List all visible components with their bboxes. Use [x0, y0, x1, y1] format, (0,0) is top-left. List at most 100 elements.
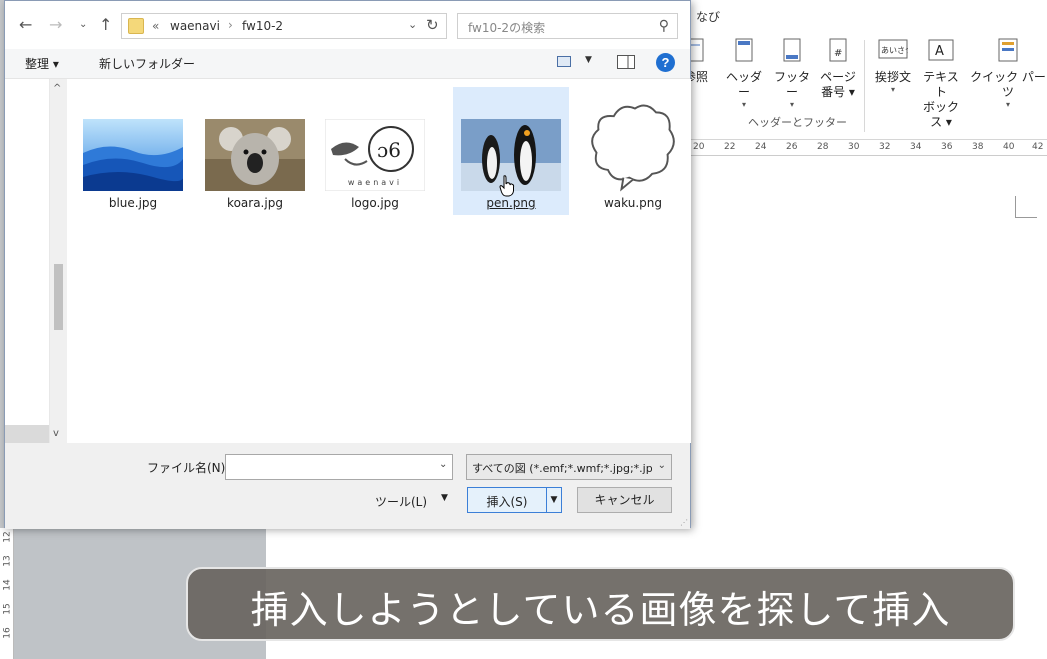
- breadcrumb-waenavi[interactable]: waenavi: [170, 19, 220, 33]
- word-ribbon: なび 参照 ヘッダー ▾ フッター ▾ # ページ 番号 ▾ ヘッダーとフッター…: [684, 0, 1047, 140]
- help-icon[interactable]: ?: [656, 53, 675, 72]
- refresh-icon[interactable]: ↻: [426, 16, 439, 34]
- tools-dropdown-icon[interactable]: ▼: [441, 493, 448, 503]
- ruler-tick: 13: [2, 555, 13, 567]
- ruler-tick: 12: [2, 531, 13, 543]
- tools-button[interactable]: ツール(L): [375, 493, 427, 510]
- group-label: ヘッダーとフッター: [748, 116, 847, 129]
- forward-arrow-icon[interactable]: →: [49, 15, 62, 34]
- scrollbar-thumb[interactable]: [54, 264, 63, 330]
- search-icon: ⚲: [658, 18, 669, 34]
- greeting-icon: あいさつ: [878, 39, 908, 59]
- file-item-blue[interactable]: blue.jpg: [75, 87, 191, 215]
- up-arrow-icon[interactable]: ↑: [99, 15, 112, 34]
- filename-label: ファイル名(N):: [147, 461, 230, 475]
- logo-thumbnail: ɔ6 waenavi: [325, 119, 425, 191]
- ruler-tick: 40: [1003, 142, 1015, 152]
- footer-icon: [783, 38, 801, 62]
- preview-pane-icon[interactable]: [617, 55, 635, 69]
- navigation-pane[interactable]: [5, 79, 49, 443]
- caption-text: 挿入しようとしている画像を探して挿入: [250, 588, 951, 632]
- chevron-down-icon: ▾: [741, 100, 746, 109]
- ribbon-greeting-button[interactable]: あいさつ 挨拶文 ▾: [870, 38, 916, 95]
- file-item-waku[interactable]: waku.png: [575, 87, 691, 215]
- scroll-down-icon[interactable]: v: [53, 428, 59, 439]
- horizontal-ruler: 20 22 24 26 28 30 32 34 36 38 40 42: [690, 140, 1047, 156]
- ruler-tick: 28: [817, 142, 829, 152]
- filetype-select[interactable]: すべての図 (*.emf;*.wmf;*.jpg;*.jpeg ⌄: [466, 454, 672, 480]
- resize-grip-icon[interactable]: ⋰: [680, 518, 688, 527]
- ruler-tick: 22: [724, 142, 736, 152]
- ruler-tick: 32: [879, 142, 891, 152]
- ribbon-quickparts-button[interactable]: クイック パーツ ▾: [970, 38, 1046, 110]
- cancel-button[interactable]: キャンセル: [577, 487, 672, 513]
- breadcrumb-fw10-2[interactable]: fw10-2: [242, 19, 283, 33]
- file-name: koara.jpg: [227, 196, 283, 210]
- file-name: blue.jpg: [108, 196, 158, 210]
- ruler-tick: 38: [972, 142, 984, 152]
- organize-button[interactable]: 整理 ▾: [25, 55, 59, 72]
- ribbon-tab-fragment: なび: [696, 10, 721, 24]
- ruler-tick: 26: [786, 142, 798, 152]
- address-row: ← → ⌄ ↑ « waenavi › fw10-2 ⌄ ↻ fw10-2の検索…: [5, 1, 690, 49]
- breadcrumb-overflow[interactable]: «: [152, 19, 159, 33]
- back-arrow-icon[interactable]: ←: [19, 15, 32, 34]
- recent-dropdown-icon[interactable]: ⌄: [79, 19, 87, 30]
- search-input[interactable]: fw10-2の検索 ⚲: [457, 13, 678, 39]
- dialog-toolbar: 整理 ▾ 新しいフォルダー ▼ ?: [5, 49, 690, 79]
- search-placeholder: fw10-2の検索: [468, 21, 546, 35]
- file-list: blue.jpg koara.jpg ɔ6 waenavi logo.jpg p…: [67, 79, 691, 443]
- ribbon-textbox-button[interactable]: A テキスト ボックス ▾: [918, 38, 964, 130]
- ruler-tick: 24: [755, 142, 767, 152]
- ruler-tick: 15: [2, 603, 13, 615]
- chevron-down-icon[interactable]: ⌄: [408, 18, 417, 31]
- chevron-down-icon: ⌄: [657, 460, 666, 471]
- folder-icon: [128, 18, 144, 34]
- insert-dropdown-icon[interactable]: ▼: [546, 488, 561, 512]
- file-name: pen.png: [486, 196, 536, 210]
- ruler-tick: 14: [2, 579, 13, 591]
- ribbon-page-number-button[interactable]: # ページ 番号 ▾: [816, 38, 860, 100]
- file-item-koara[interactable]: koara.jpg: [197, 87, 313, 215]
- ruler-tick: 36: [941, 142, 953, 152]
- file-item-logo[interactable]: ɔ6 waenavi logo.jpg: [317, 87, 433, 215]
- margin-corner-mark: [1015, 196, 1037, 218]
- ribbon-header-button[interactable]: ヘッダー ▾: [722, 38, 766, 110]
- breadcrumb-separator: ›: [228, 18, 233, 32]
- header-icon: [735, 38, 753, 62]
- ruler-tick: 34: [910, 142, 922, 152]
- chevron-down-icon: ▾: [789, 100, 794, 109]
- hand-cursor-icon: [499, 175, 515, 197]
- view-icon[interactable]: [557, 56, 571, 67]
- frame-thumbnail: [585, 97, 681, 193]
- chevron-down-icon: ▾: [890, 85, 895, 94]
- ribbon-footer-button[interactable]: フッター ▾: [770, 38, 814, 110]
- ruler-tick: 20: [693, 142, 705, 152]
- chevron-down-icon[interactable]: ⌄: [439, 459, 447, 470]
- group-separator: [864, 40, 865, 132]
- koala-thumbnail: [205, 119, 305, 191]
- svg-text:あいさつ: あいさつ: [881, 46, 908, 55]
- chevron-down-icon: ▾: [1005, 100, 1010, 109]
- ruler-tick: 16: [2, 627, 13, 639]
- blue-thumbnail: [83, 119, 183, 191]
- filename-field[interactable]: [225, 454, 453, 480]
- address-bar[interactable]: « waenavi › fw10-2 ⌄ ↻: [121, 13, 447, 39]
- navigation-hscrollbar[interactable]: [5, 425, 49, 443]
- quickparts-icon: [998, 38, 1018, 62]
- scroll-up-icon[interactable]: ^: [53, 83, 61, 94]
- view-dropdown-icon[interactable]: ▼: [585, 55, 592, 65]
- page-number-icon: #: [829, 38, 847, 62]
- vertical-ruler: 12 13 14 15 16: [0, 528, 14, 659]
- file-name: logo.jpg: [351, 196, 399, 210]
- navigation-scrollbar[interactable]: ^ v: [49, 79, 66, 443]
- ruler-tick: 42: [1032, 142, 1044, 152]
- insert-picture-dialog: ← → ⌄ ↑ « waenavi › fw10-2 ⌄ ↻ fw10-2の検索…: [4, 0, 691, 529]
- insert-button[interactable]: 挿入(S) ▼: [467, 487, 562, 513]
- insert-label: 挿入(S): [486, 495, 528, 509]
- filetype-value: すべての図 (*.emf;*.wmf;*.jpg;*.jpeg: [472, 462, 652, 475]
- textbox-icon: A: [928, 39, 954, 61]
- ruler-tick: 30: [848, 142, 860, 152]
- new-folder-button[interactable]: 新しいフォルダー: [99, 55, 195, 72]
- svg-text:ɔ6: ɔ6: [377, 138, 401, 162]
